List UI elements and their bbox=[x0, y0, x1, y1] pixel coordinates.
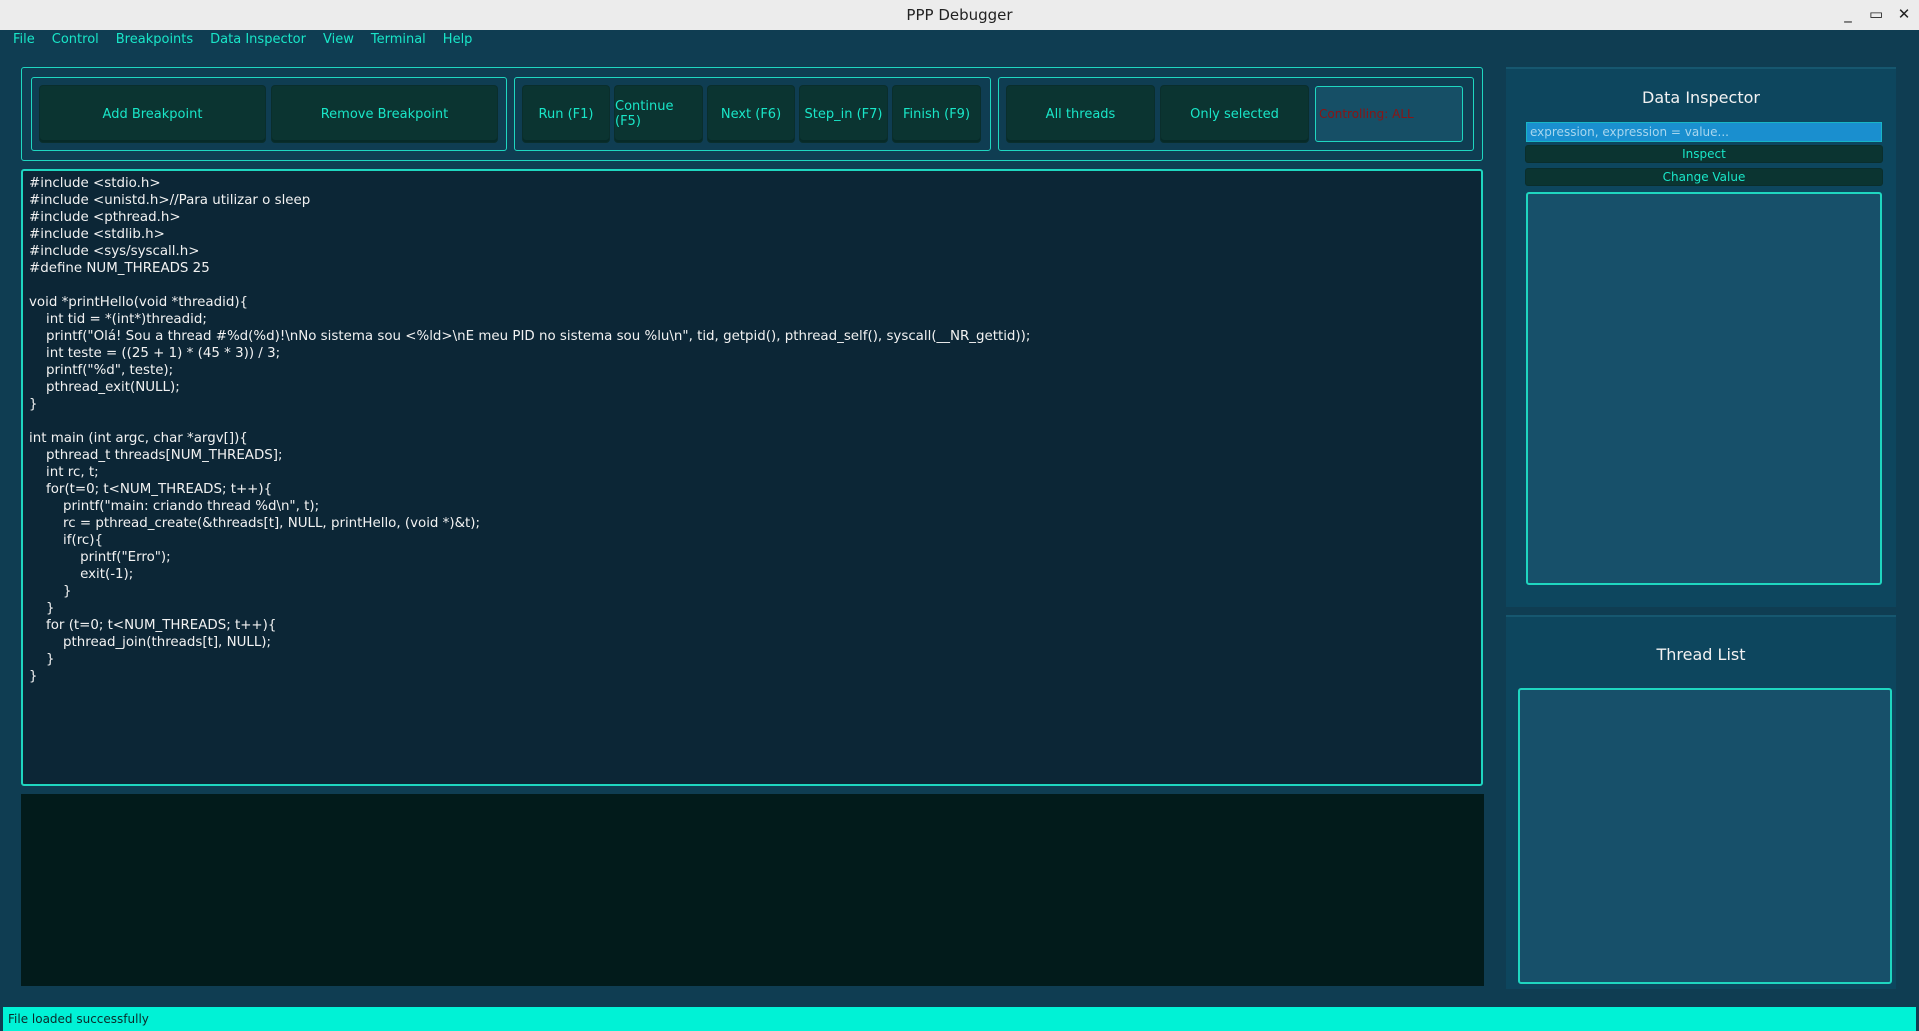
menu-breakpoints[interactable]: Breakpoints bbox=[106, 30, 200, 49]
window-title: PPP Debugger bbox=[906, 6, 1013, 24]
toolbar: Add Breakpoint Remove Breakpoint Run (F1… bbox=[21, 67, 1483, 161]
maximize-icon[interactable]: ▭ bbox=[1869, 4, 1883, 24]
remove-breakpoint-button[interactable]: Remove Breakpoint bbox=[272, 86, 497, 142]
menubar: File Control Breakpoints Data Inspector … bbox=[3, 30, 479, 49]
source-code[interactable]: #include <stdio.h> #include <unistd.h>//… bbox=[29, 175, 1481, 685]
status-message: File loaded successfully bbox=[8, 1012, 149, 1026]
change-value-button[interactable]: Change Value bbox=[1526, 169, 1882, 185]
menu-data-inspector[interactable]: Data Inspector bbox=[200, 30, 313, 49]
close-icon[interactable]: ✕ bbox=[1897, 4, 1911, 24]
all-threads-button[interactable]: All threads bbox=[1007, 86, 1154, 142]
thread-list-panel: Thread List bbox=[1506, 615, 1896, 989]
execution-group: Run (F1) Continue (F5) Next (F6) Step_in… bbox=[514, 77, 991, 151]
breakpoint-group: Add Breakpoint Remove Breakpoint bbox=[31, 77, 507, 151]
data-inspector-panel: Data Inspector Inspect Change Value bbox=[1506, 67, 1896, 607]
continue-button[interactable]: Continue (F5) bbox=[615, 86, 702, 142]
output-console[interactable] bbox=[21, 794, 1484, 986]
menu-file[interactable]: File bbox=[3, 30, 42, 49]
thread-list-title: Thread List bbox=[1656, 645, 1746, 664]
finish-button[interactable]: Finish (F9) bbox=[893, 86, 980, 142]
menu-terminal[interactable]: Terminal bbox=[361, 30, 433, 49]
step-in-button[interactable]: Step_in (F7) bbox=[800, 86, 887, 142]
only-selected-button[interactable]: Only selected bbox=[1161, 86, 1308, 142]
thread-control-group: All threads Only selected Controlling: A… bbox=[998, 77, 1474, 151]
minimize-icon[interactable]: _ bbox=[1841, 4, 1855, 24]
run-button[interactable]: Run (F1) bbox=[523, 86, 609, 142]
add-breakpoint-button[interactable]: Add Breakpoint bbox=[40, 86, 265, 142]
thread-list[interactable] bbox=[1518, 688, 1892, 984]
menu-view[interactable]: View bbox=[313, 30, 361, 49]
window-titlebar: PPP Debugger _ ▭ ✕ bbox=[0, 0, 1919, 30]
next-button[interactable]: Next (F6) bbox=[708, 86, 794, 142]
inspect-button[interactable]: Inspect bbox=[1526, 146, 1882, 162]
code-editor[interactable]: #include <stdio.h> #include <unistd.h>//… bbox=[21, 169, 1483, 786]
status-bar: File loaded successfully bbox=[3, 1007, 1916, 1031]
menu-control[interactable]: Control bbox=[42, 30, 106, 49]
inspector-output[interactable] bbox=[1526, 192, 1882, 585]
data-inspector-title: Data Inspector bbox=[1642, 88, 1760, 107]
menu-help[interactable]: Help bbox=[433, 30, 480, 49]
controlling-status: Controlling: ALL bbox=[1315, 86, 1463, 142]
app-window: File Control Breakpoints Data Inspector … bbox=[3, 30, 1916, 1007]
expression-input[interactable] bbox=[1526, 122, 1882, 142]
